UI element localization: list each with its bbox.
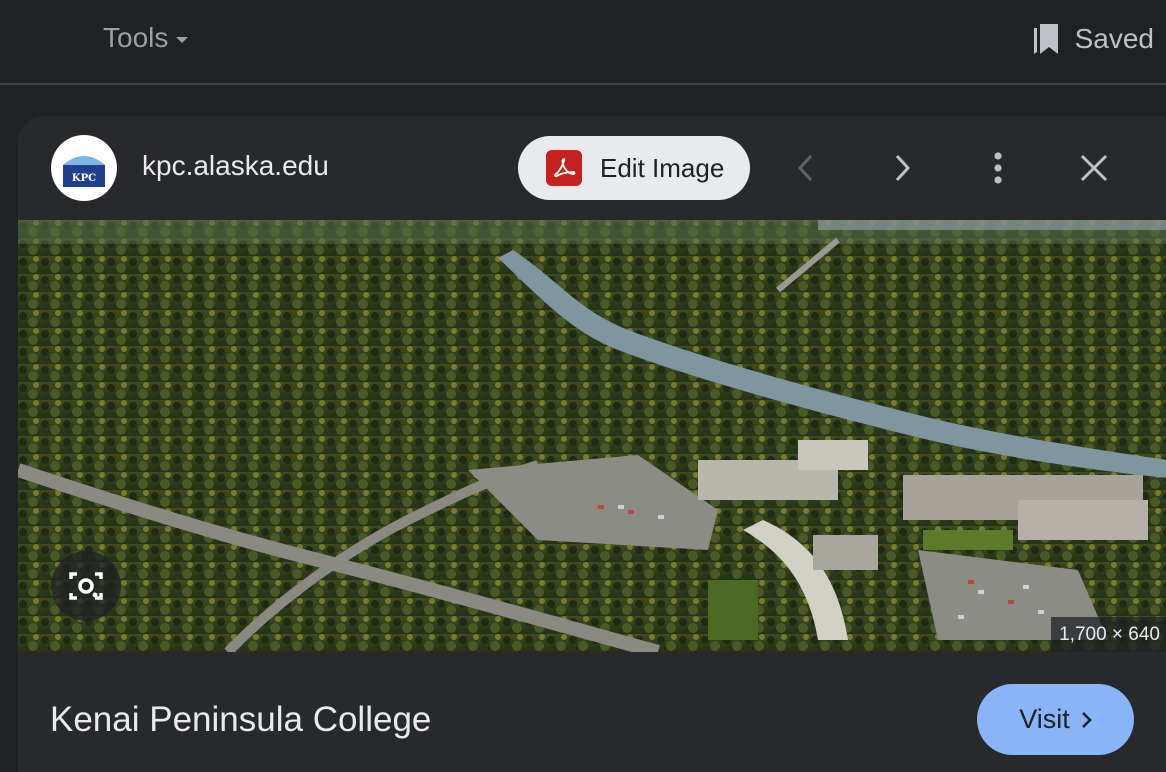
svg-text:KPC: KPC	[72, 173, 96, 184]
edit-image-label: Edit Image	[600, 152, 725, 183]
tools-label: Tools	[103, 22, 169, 53]
search-with-lens-button[interactable]	[51, 551, 121, 621]
saved-label: Saved	[1074, 23, 1154, 54]
more-options-button[interactable]	[976, 146, 1020, 190]
previous-button[interactable]	[784, 146, 828, 190]
caret-down-icon	[176, 37, 189, 43]
source-domain[interactable]: kpc.alaska.edu	[142, 150, 329, 182]
tools-menu-button[interactable]: Tools	[103, 22, 189, 54]
close-button[interactable]	[1072, 146, 1116, 190]
chevron-right-icon	[895, 154, 911, 182]
chevron-right-icon	[1081, 711, 1092, 728]
bookmark-icon	[1033, 24, 1058, 54]
top-bar: Tools Saved	[0, 0, 1166, 85]
image-preview-card: KPC kpc.alaska.edu Edit Image 1,700 × 64…	[18, 116, 1166, 772]
visit-label: Visit	[1019, 704, 1070, 734]
result-image[interactable]: 1,700 × 640	[18, 220, 1166, 652]
edit-image-button[interactable]: Edit Image	[518, 136, 750, 200]
more-vert-icon	[994, 152, 1002, 184]
close-icon	[1080, 154, 1108, 182]
chevron-left-icon	[797, 154, 813, 182]
result-title[interactable]: Kenai Peninsula College	[50, 700, 431, 740]
visit-button[interactable]: Visit	[977, 684, 1134, 755]
kpc-logo: KPC	[63, 156, 105, 187]
aerial-campus-photo	[18, 220, 1166, 652]
saved-button[interactable]: Saved	[1031, 22, 1154, 56]
image-dimensions-badge: 1,700 × 640	[1051, 617, 1166, 652]
next-button[interactable]	[880, 146, 924, 190]
card-header: KPC kpc.alaska.edu Edit Image	[18, 116, 1166, 220]
site-favicon[interactable]: KPC	[51, 135, 117, 201]
pdf-icon	[546, 150, 582, 186]
lens-icon	[69, 572, 103, 600]
